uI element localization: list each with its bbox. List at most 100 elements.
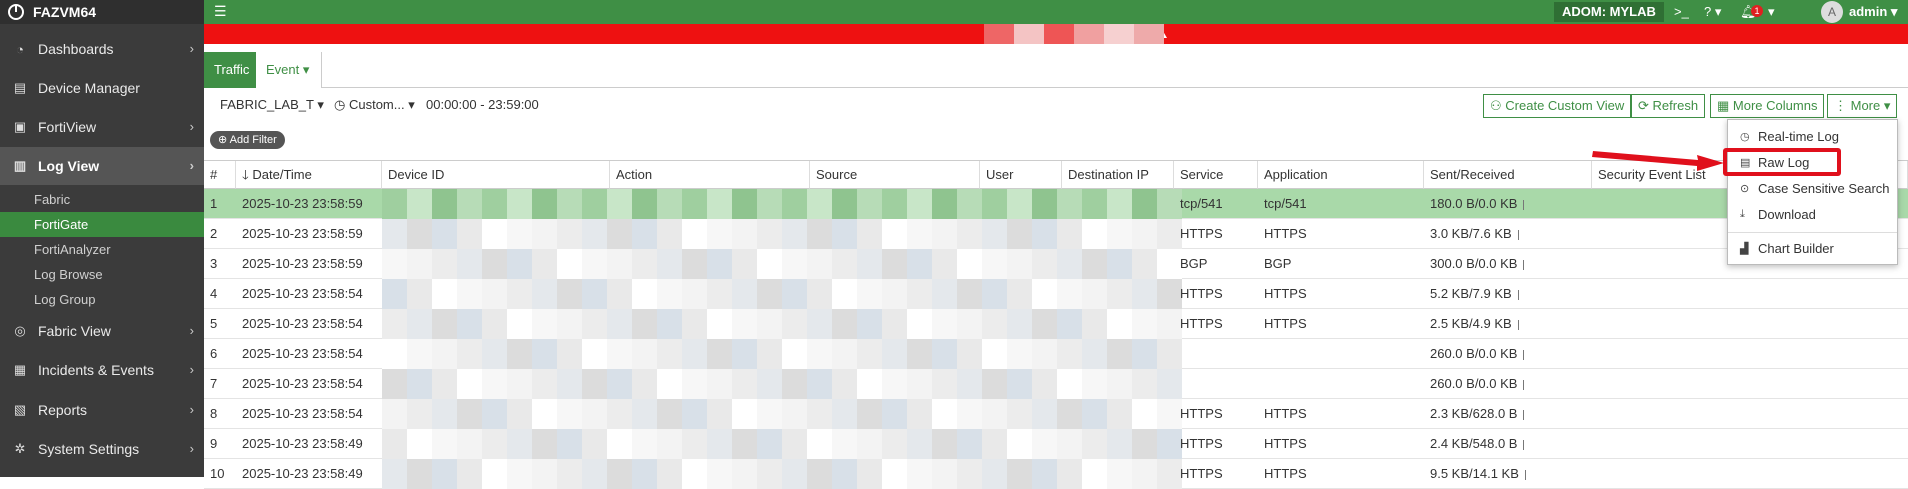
redacted-cell bbox=[432, 249, 457, 279]
column-header[interactable]: Application bbox=[1258, 161, 1424, 189]
redacted-cell bbox=[957, 219, 982, 249]
traffic-bar bbox=[1523, 199, 1525, 210]
sidebar-subitem-fortigate[interactable]: FortiGate bbox=[0, 212, 204, 237]
cell-application-text: HTTPS bbox=[1264, 286, 1307, 301]
table-row[interactable]: 9 2025-10-23 23:58:49 HTTPS HTTPS 2.4 KB/548… bbox=[204, 429, 1908, 459]
sidebar-item-dashboards[interactable]: ◔ Dashboards › bbox=[0, 30, 204, 68]
redacted-cell bbox=[582, 279, 607, 309]
sidebar-subitem-log-browse[interactable]: Log Browse bbox=[0, 262, 204, 287]
redacted-cell bbox=[807, 399, 832, 429]
tab-event[interactable]: Event ▾ bbox=[256, 52, 322, 88]
redacted-cell bbox=[807, 339, 832, 369]
adom-label[interactable]: ADOM: MYLAB bbox=[1554, 2, 1664, 22]
redacted-cell bbox=[832, 279, 857, 309]
create-custom-view-button[interactable]: ⚇ Create Custom View bbox=[1483, 94, 1632, 118]
redacted-cell bbox=[882, 399, 907, 429]
cli-console-icon[interactable]: >_ bbox=[1674, 3, 1689, 21]
redacted-cell bbox=[532, 309, 557, 339]
redacted-cell bbox=[432, 369, 457, 399]
redacted-cell bbox=[857, 189, 882, 219]
time-range[interactable]: 00:00:00 - 23:59:00 bbox=[426, 97, 539, 112]
redacted-cell bbox=[457, 459, 482, 489]
redacted-cell bbox=[707, 399, 732, 429]
chevron-right-icon: › bbox=[189, 119, 194, 134]
sidebar-item-fabric-view[interactable]: ◎ Fabric View › bbox=[0, 312, 204, 350]
redacted-cell bbox=[1007, 399, 1032, 429]
device-select-value: FABRIC_LAB_T bbox=[220, 97, 314, 112]
column-header[interactable]: Action bbox=[610, 161, 810, 189]
sidebar-item-reports[interactable]: ▧ Reports › bbox=[0, 391, 204, 429]
sidebar-item-system-settings[interactable]: ✲ System Settings › bbox=[0, 430, 204, 468]
redacted-cell bbox=[1082, 429, 1107, 459]
menu-item-case-sensitive-search[interactable]: ⊙ Case Sensitive Search bbox=[1728, 176, 1897, 200]
redacted-cell bbox=[1107, 459, 1132, 489]
redacted-cell bbox=[557, 369, 582, 399]
column-header[interactable]: # bbox=[204, 161, 236, 189]
redacted-cell bbox=[1032, 249, 1057, 279]
table-row[interactable]: 8 2025-10-23 23:58:54 HTTPS HTTPS 2.3 KB/628… bbox=[204, 399, 1908, 429]
tab-traffic[interactable]: Traffic bbox=[204, 52, 256, 88]
cell-application-text: HTTPS bbox=[1264, 406, 1307, 421]
redacted-cell bbox=[582, 219, 607, 249]
menu-item-download[interactable]: ⤓ Download bbox=[1728, 202, 1897, 226]
cell-sent-received-text: 2.4 KB/548.0 B bbox=[1430, 436, 1518, 451]
column-header[interactable]: Service bbox=[1174, 161, 1258, 189]
sidebar-item-incidents-events[interactable]: ▦ Incidents & Events › bbox=[0, 351, 204, 389]
sidebar-item-fortiview[interactable]: ▣ FortiView › bbox=[0, 108, 204, 146]
column-header[interactable]: User bbox=[980, 161, 1062, 189]
redacted-cell bbox=[832, 309, 857, 339]
incidents-icon: ▦ bbox=[13, 362, 27, 377]
column-header[interactable]: Device ID bbox=[382, 161, 610, 189]
column-header-label: Destination IP bbox=[1068, 167, 1149, 182]
redacted-cell bbox=[757, 429, 782, 459]
redacted-cell bbox=[632, 369, 657, 399]
chevron-down-icon[interactable]: ▾ bbox=[1768, 3, 1775, 21]
redacted-cell bbox=[1057, 189, 1082, 219]
redacted-cell bbox=[682, 189, 707, 219]
table-row[interactable]: 3 2025-10-23 23:58:59 BGP BGP 300.0 B/0.0 KB bbox=[204, 249, 1908, 279]
table-row[interactable]: 4 2025-10-23 23:58:54 HTTPS HTTPS 5.2 KB/7.9… bbox=[204, 279, 1908, 309]
sidebar-item-device-manager[interactable]: ▤ Device Manager bbox=[0, 69, 204, 107]
menu-item-label: Chart Builder bbox=[1758, 240, 1834, 256]
user-menu[interactable]: admin ▾ bbox=[1849, 3, 1897, 21]
sidebar-subitem-fortianalyzer[interactable]: FortiAnalyzer bbox=[0, 237, 204, 262]
help-icon[interactable]: ? ▾ bbox=[1704, 3, 1721, 21]
column-header[interactable]: Sent/Received bbox=[1424, 161, 1592, 189]
time-select[interactable]: ◷ Custom... ▾ bbox=[334, 97, 415, 113]
redacted-cell bbox=[932, 249, 957, 279]
sidebar-subitem-log-group[interactable]: Log Group bbox=[0, 287, 204, 312]
menu-item-chart-builder[interactable]: ▟ Chart Builder bbox=[1728, 236, 1897, 260]
subitem-label: Fabric bbox=[34, 192, 71, 207]
cell-application: HTTPS bbox=[1258, 429, 1307, 459]
redacted-cell bbox=[757, 339, 782, 369]
redacted-cell bbox=[757, 219, 782, 249]
column-header[interactable]: Destination IP bbox=[1062, 161, 1174, 189]
more-button[interactable]: ⋮ More ▾ bbox=[1827, 94, 1898, 118]
add-filter-button[interactable]: ⊕ Add Filter bbox=[210, 131, 285, 149]
redacted-cell bbox=[857, 399, 882, 429]
table-row[interactable]: 1 2025-10-23 23:58:59 tcp/541 tcp/541 180.0 … bbox=[204, 189, 1908, 219]
table-row[interactable]: 5 2025-10-23 23:58:54 HTTPS HTTPS 2.5 KB/4.9… bbox=[204, 309, 1908, 339]
sidebar-item-log-view[interactable]: ▥ Log View › bbox=[0, 147, 204, 185]
column-header[interactable]: 🡓︎ Date/Time bbox=[236, 161, 382, 189]
redacted-cell bbox=[732, 279, 757, 309]
table-row[interactable]: 2 2025-10-23 23:58:59 HTTPS HTTPS 3.0 KB/7.6… bbox=[204, 219, 1908, 249]
clock-icon: ◷ bbox=[1740, 130, 1750, 143]
device-select[interactable]: FABRIC_LAB_T ▾ bbox=[220, 97, 324, 113]
table-row[interactable]: 10 2025-10-23 23:58:49 HTTPS HTTPS 9.5 KB/14… bbox=[204, 459, 1908, 489]
more-columns-button[interactable]: ▦ More Columns bbox=[1710, 94, 1825, 118]
menu-item-real-time-log[interactable]: ◷ Real-time Log bbox=[1728, 124, 1897, 148]
column-header[interactable]: Source bbox=[810, 161, 980, 189]
redacted-cell bbox=[907, 459, 932, 489]
hamburger-menu-icon[interactable]: ☰ bbox=[214, 4, 228, 18]
refresh-button[interactable]: ⟳ Refresh bbox=[1631, 94, 1706, 118]
redacted-cell bbox=[932, 459, 957, 489]
sidebar-subitem-fabric[interactable]: Fabric bbox=[0, 187, 204, 212]
traffic-bar bbox=[1524, 469, 1526, 480]
avatar[interactable]: A bbox=[1821, 1, 1843, 23]
redacted-cell bbox=[682, 399, 707, 429]
table-row[interactable]: 7 2025-10-23 23:58:54 260.0 B/0.0 KB bbox=[204, 369, 1908, 399]
table-row[interactable]: 6 2025-10-23 23:58:54 260.0 B/0.0 KB bbox=[204, 339, 1908, 369]
more-columns-label: More Columns bbox=[1732, 98, 1818, 113]
redacted-cell bbox=[1107, 399, 1132, 429]
